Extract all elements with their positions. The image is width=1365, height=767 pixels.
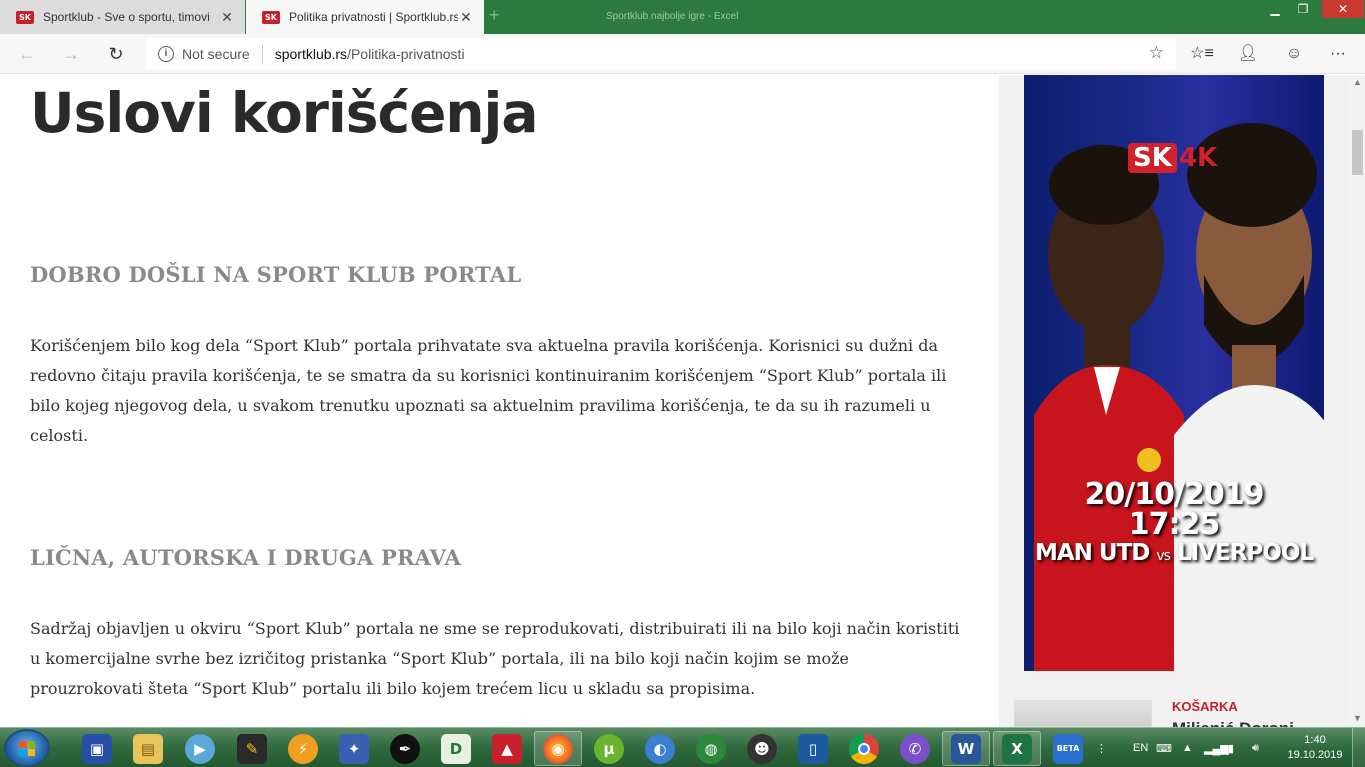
- utorrent-icon[interactable]: µ: [585, 731, 633, 766]
- signal-icon[interactable]: ▂▄▆: [1204, 728, 1229, 767]
- robot-app-icon[interactable]: ☻: [738, 731, 786, 766]
- viber-icon[interactable]: ✆: [891, 731, 939, 766]
- section-heading: DOBRO DOŠLI NA SPORT KLUB PORTAL: [30, 262, 522, 287]
- section-heading: LIČNA, AUTORSKA I DRUGA PRAVA: [30, 545, 461, 570]
- section-paragraph: Korišćenjem bilo kog dela “Sport Klub” p…: [30, 331, 960, 451]
- person-icon[interactable]: 👤︎: [1236, 42, 1260, 66]
- sportklub-favicon-icon: SK: [262, 10, 280, 24]
- language-indicator[interactable]: EN: [1133, 728, 1148, 767]
- clock-date: 19.10.2019: [1287, 749, 1343, 761]
- paragraph-line: bilo kojeg njegovog dela, u svakom trenu…: [30, 396, 931, 415]
- beta-app-icon[interactable]: BETA: [1044, 731, 1092, 766]
- close-window-button[interactable]: ✕: [1322, 0, 1364, 18]
- scribble-app-icon[interactable]: ✎: [228, 731, 276, 766]
- show-hidden-icons-icon[interactable]: ▲: [1182, 728, 1193, 767]
- match-advert-banner[interactable]: SK 4K 20/10/2019 17:25 MAN UTD vs LIVERPO…: [1024, 75, 1324, 671]
- game-icon[interactable]: ✦: [330, 731, 378, 766]
- scroll-down-arrow-icon[interactable]: ▼: [1353, 713, 1362, 723]
- d-app-icon[interactable]: D: [432, 731, 480, 766]
- chrome-icon[interactable]: [840, 731, 888, 766]
- firefox-icon[interactable]: ◉: [534, 731, 582, 766]
- news-thumbnail[interactable]: [1014, 700, 1152, 727]
- refresh-icon[interactable]: ↻: [103, 42, 129, 66]
- star-icon[interactable]: ☆: [1149, 43, 1164, 63]
- tray-expander[interactable]: ⋮: [1096, 728, 1107, 767]
- title-bar: SK Sportklub - Sve o sportu, timovi ✕ SK…: [0, 0, 1365, 34]
- window-title: Sportklub najbolje igre - Excel: [606, 11, 739, 22]
- smiley-icon[interactable]: ☺: [1282, 42, 1306, 66]
- more-icon[interactable]: ···: [1326, 42, 1350, 66]
- media-player-icon[interactable]: ▶: [176, 731, 224, 766]
- back-arrow-icon[interactable]: ←: [14, 42, 40, 66]
- favorites-list-icon[interactable]: ☆≡: [1190, 42, 1214, 66]
- security-status[interactable]: Not secure: [182, 46, 250, 62]
- globe-game-icon[interactable]: ◍: [687, 731, 735, 766]
- url-host[interactable]: sportklub.rs: [275, 46, 347, 62]
- news-category[interactable]: KOŠARKA: [1172, 699, 1238, 714]
- lightning-app-icon[interactable]: ⚡: [279, 731, 327, 766]
- taskbar: ▣ ▤ ▶ ✎ ⚡ ✦ ✒ D ▲ ◉ µ ◐ ◍ ☻ ▯ ✆ W X BETA…: [0, 727, 1365, 767]
- excel-icon[interactable]: X: [993, 731, 1041, 766]
- tab-title: Politika privatnosti | Sportklub.rs: [289, 10, 458, 24]
- sportklub-favicon-icon: SK: [16, 10, 34, 24]
- scrollbar-thumb[interactable]: [1352, 130, 1363, 175]
- home-team: MAN UTD: [1034, 540, 1150, 566]
- news-headline[interactable]: Miljenić Doroni: [1172, 719, 1294, 727]
- paragraph-line: u komercijalne svrhe bez izričitog prist…: [30, 649, 850, 668]
- sk-logo-text: SK: [1128, 143, 1177, 173]
- away-team: LIVERPOOL: [1176, 540, 1314, 566]
- info-icon[interactable]: i: [158, 45, 174, 62]
- d-app-label: D: [441, 733, 471, 764]
- close-tab-icon[interactable]: ✕: [458, 9, 474, 26]
- tab-sportklub-home[interactable]: SK Sportklub - Sve o sportu, timovi ✕: [0, 0, 245, 34]
- paragraph-line: prouzrokovati šteta “Sport Klub” portalu…: [30, 679, 756, 698]
- url-path[interactable]: /Politika-privatnosti: [347, 46, 465, 62]
- paragraph-line: Korišćenjem bilo kog dela “Sport Klub” p…: [30, 336, 938, 355]
- tab-politika-privatnosti[interactable]: SK Politika privatnosti | Sportklub.rs ✕: [246, 0, 484, 34]
- start-button[interactable]: [4, 729, 50, 767]
- show-desktop-button[interactable]: [1352, 728, 1365, 767]
- player-right-image: [1174, 123, 1324, 671]
- clock-time: 1:40: [1304, 734, 1326, 746]
- new-tab-button[interactable]: +: [489, 5, 500, 26]
- floppy-icon[interactable]: ▣: [73, 731, 121, 766]
- versus-label: vs: [1156, 548, 1171, 564]
- divider: [261, 44, 263, 63]
- player-left-image: [1034, 145, 1184, 671]
- speaker-icon[interactable]: 🔊︎: [1252, 728, 1259, 767]
- keyboard-icon[interactable]: ⌨: [1156, 728, 1172, 767]
- word-icon[interactable]: W: [942, 731, 990, 766]
- system-clock[interactable]: 1:40 19.10.2019: [1283, 733, 1347, 763]
- tab-title: Sportklub - Sve o sportu, timovi: [43, 10, 210, 24]
- section-paragraph: Sadržaj objavljen u okviru “Sport Klub” …: [30, 614, 960, 704]
- inkscape-icon[interactable]: ✒: [381, 731, 429, 766]
- paragraph-line: celosti.: [30, 426, 89, 445]
- battery-icon[interactable]: ▮: [1228, 728, 1234, 767]
- file-explorer-icon[interactable]: ▤: [124, 731, 172, 766]
- paragraph-line: Sadržaj objavljen u okviru “Sport Klub” …: [30, 619, 960, 638]
- match-time: 17:25: [1128, 507, 1221, 542]
- page-title: Uslovi korišćenja: [30, 81, 539, 145]
- acrobat-icon[interactable]: ▲: [483, 731, 531, 766]
- match-teams: MAN UTD vs LIVERPOOL: [1024, 540, 1324, 566]
- sk4k-logo: SK 4K: [1128, 143, 1217, 173]
- scroll-up-arrow-icon[interactable]: ▲: [1353, 77, 1362, 87]
- vertical-scrollbar[interactable]: ▲ ▼: [1350, 75, 1365, 727]
- 4k-logo-text: 4K: [1178, 143, 1218, 173]
- close-tab-icon[interactable]: ✕: [219, 9, 235, 26]
- forward-arrow-icon[interactable]: →: [58, 42, 84, 66]
- word-label: W: [951, 733, 981, 764]
- address-bar[interactable]: i Not secure sportklub.rs /Politika-priv…: [146, 38, 1176, 69]
- paragraph-line: redovno čitaju pravila korišćenja, te se…: [30, 366, 947, 385]
- vpn-icon[interactable]: ◐: [636, 731, 684, 766]
- window-app-icon[interactable]: ▯: [789, 731, 837, 766]
- restore-button[interactable]: ❐: [1286, 0, 1320, 18]
- windows-logo-icon: [19, 741, 35, 756]
- web-page: Uslovi korišćenja DOBRO DOŠLI NA SPORT K…: [0, 75, 1350, 727]
- beta-label: BETA: [1053, 733, 1083, 764]
- excel-label: X: [1002, 733, 1032, 764]
- browser-toolbar: ← → ↻ i Not secure sportklub.rs /Politik…: [0, 34, 1365, 74]
